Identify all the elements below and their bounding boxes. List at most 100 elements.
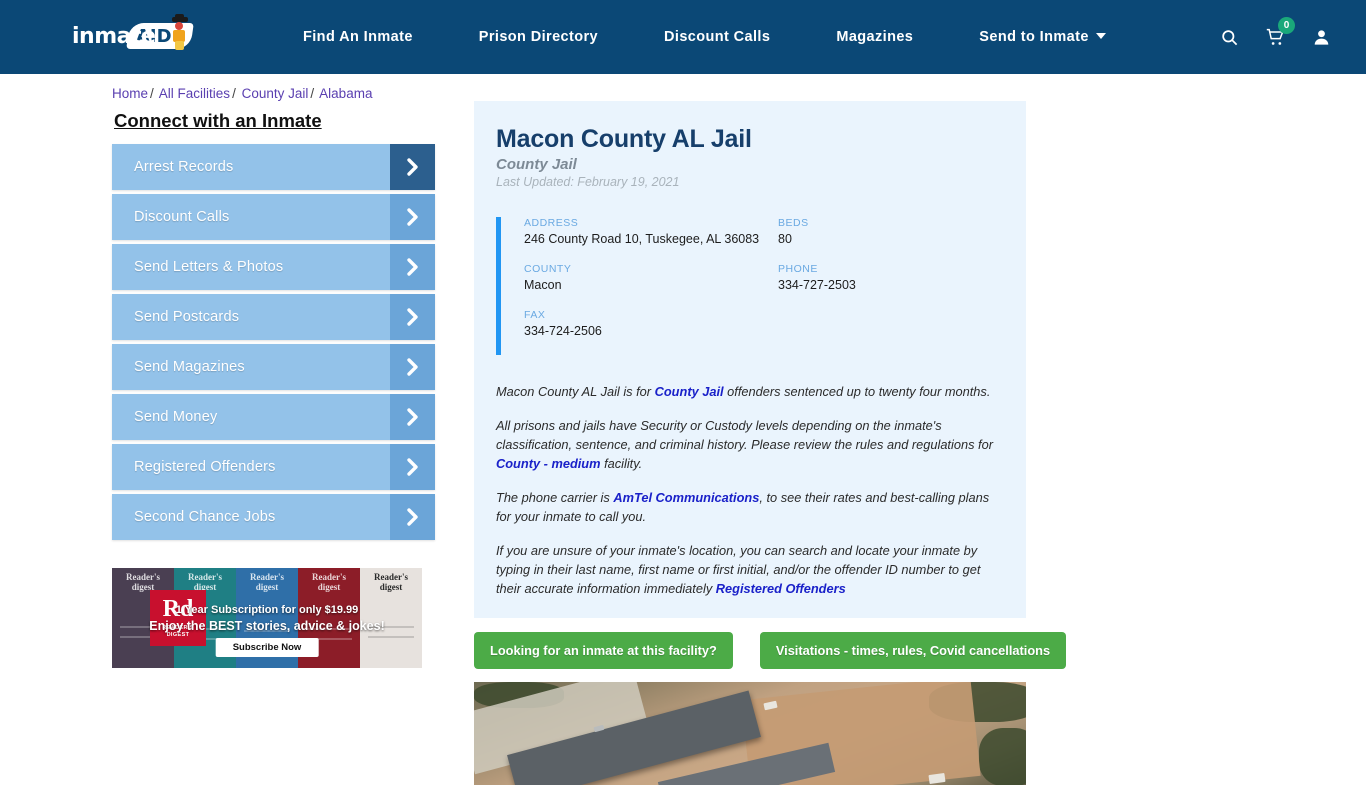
find-inmate-button[interactable]: Looking for an inmate at this facility? [474,632,733,670]
ad-cover-title: Reader's digest [250,572,284,592]
description-paragraph-2: All prisons and jails have Security or C… [496,417,1004,474]
sidebar-item-send-money[interactable]: Send Money [112,394,435,440]
facility-description: Macon County AL Jail is for County Jail … [496,383,1004,598]
breadcrumb-separator: / [150,86,154,101]
info-column-left: ADDRESS 246 County Road 10, Tuskegee, AL… [524,217,764,355]
site-header: inmate AID Find An Inmate Prison Directo… [0,0,1366,74]
description-paragraph-4: If you are unsure of your inmate's locat… [496,542,1004,599]
fax-value: 334-724-2506 [524,324,602,338]
nav-label: Discount Calls [664,29,771,45]
sidebar-item-send-postcards[interactable]: Send Postcards [112,294,435,340]
nav-item-discount-calls[interactable]: Discount Calls [631,29,803,45]
main-content: Macon County AL Jail County Jail Last Up… [474,101,1067,785]
text-fragment: facility. [600,455,643,471]
sidebar-item-label: Send Letters & Photos [134,259,284,275]
photo-vehicle [928,773,946,785]
ad-cover-5: Reader's digest [360,568,422,668]
phone-value: 334-727-2503 [778,278,856,292]
sidebar-item-label: Second Chance Jobs [134,509,276,525]
county-value: Macon [524,278,562,292]
link-registered-offenders[interactable]: Registered Offenders [716,581,846,596]
sidebar-item-label: Send Magazines [134,359,245,375]
nav-item-magazines[interactable]: Magazines [803,29,946,45]
sidebar-item-discount-calls[interactable]: Discount Calls [112,194,435,240]
chevron-right-icon [390,144,435,190]
breadcrumb-item-county-jail[interactable]: County Jail [242,86,309,101]
description-paragraph-1: Macon County AL Jail is for County Jail … [496,383,1004,402]
sidebar-item-label: Discount Calls [134,209,230,225]
ad-cover-title: Reader's digest [312,572,346,592]
description-paragraph-3: The phone carrier is AmTel Communication… [496,489,1004,527]
last-updated: Last Updated: February 19, 2021 [496,175,680,189]
sidebar-item-arrest-records[interactable]: Arrest Records [112,144,435,190]
nav-label: Find An Inmate [303,29,413,45]
nav-label: Magazines [836,29,914,45]
breadcrumb-item-home[interactable]: Home [112,86,148,101]
chevron-right-icon [390,194,435,240]
search-button[interactable] [1206,0,1252,74]
phone-label: PHONE [778,263,818,275]
sidebar-item-send-letters-photos[interactable]: Send Letters & Photos [112,244,435,290]
chevron-right-icon [390,494,435,540]
chevron-right-icon [390,394,435,440]
ad-subheadline: Enjoy the BEST stories, advice & jokes! [149,619,385,633]
breadcrumb: Home / All Facilities / County Jail / Alaba… [112,86,1366,101]
link-county-jail[interactable]: County Jail [655,384,724,399]
readers-digest-logo: Rd READER'S DIGEST [150,590,206,646]
sidebar-item-label: Send Postcards [134,309,240,325]
header-utility-icons: 0 [1206,0,1366,74]
breadcrumb-item-alabama[interactable]: Alabama [319,86,372,101]
sidebar-title: Connect with an Inmate [114,110,322,131]
ad-headline: 1 Year Subscription for only $19.99 [175,604,359,616]
chevron-right-icon [390,344,435,390]
sidebar-item-label: Send Money [134,409,218,425]
advertisement-banner[interactable]: Reader's digest Reader's digest Reader's… [112,568,422,668]
site-logo[interactable]: inmate AID [72,14,198,59]
address-value: 246 County Road 10, Tuskegee, AL 36083 [524,232,760,246]
logo-text: inmate [72,24,156,49]
text-fragment: offenders sentenced up to twenty four mo… [723,384,991,399]
sidebar-item-second-chance-jobs[interactable]: Second Chance Jobs [112,494,435,540]
ad-subscribe-button[interactable]: Subscribe Now [215,638,319,657]
user-account-icon [1314,29,1328,45]
facility-aerial-photo [474,682,1026,785]
facility-panel: Macon County AL Jail County Jail Last Up… [474,101,1026,619]
page-title: Macon County AL Jail [496,125,752,153]
link-amtel-communications[interactable]: AmTel Communications [613,490,759,505]
chevron-right-icon [390,244,435,290]
photo-foliage [979,728,1026,785]
chevron-down-icon [1095,33,1106,39]
facility-type: County Jail [496,156,577,173]
text-fragment: Macon County AL Jail is for [496,384,655,399]
breadcrumb-separator: / [310,86,315,101]
sidebar-item-label: Registered Offenders [134,459,276,475]
facility-info-block: ADDRESS 246 County Road 10, Tuskegee, AL… [496,217,1004,355]
cart-button[interactable]: 0 [1252,0,1298,74]
main-navigation: Find An Inmate Prison Directory Discount… [270,29,1139,45]
beds-label: BEDS [778,217,809,229]
link-county-medium[interactable]: County - medium [496,456,601,471]
cart-count-badge: 0 [1278,17,1295,34]
ad-cover-title: Reader's digest [126,572,160,592]
nav-item-find-an-inmate[interactable]: Find An Inmate [270,29,446,45]
account-button[interactable] [1298,0,1344,74]
visitations-button[interactable]: Visitations - times, rules, Covid cancel… [759,632,1067,670]
nav-item-send-to-inmate[interactable]: Send to Inmate [946,29,1139,45]
sidebar-item-send-magazines[interactable]: Send Magazines [112,344,435,390]
page-body: Connect with an Inmate Arrest Records Di… [0,101,1366,785]
search-icon [1221,29,1237,45]
breadcrumb-separator: / [232,86,236,101]
sidebar: Connect with an Inmate Arrest Records Di… [112,101,437,785]
nav-label: Prison Directory [478,29,599,45]
breadcrumb-item-all-facilities[interactable]: All Facilities [159,86,230,101]
address-label: ADDRESS [524,217,579,229]
info-column-right: BEDS 80 PHONE 334-727-2503 [764,217,1004,355]
cta-button-row: Looking for an inmate at this facility? … [474,632,1067,670]
nav-item-prison-directory[interactable]: Prison Directory [446,29,631,45]
fax-label: FAX [524,309,546,321]
sidebar-item-registered-offenders[interactable]: Registered Offenders [112,444,435,490]
text-fragment: All prisons and jails have Security or C… [496,417,993,452]
sidebar-item-label: Arrest Records [134,159,234,175]
ad-cover-title: Reader's digest [374,572,408,592]
chevron-right-icon [390,444,435,490]
